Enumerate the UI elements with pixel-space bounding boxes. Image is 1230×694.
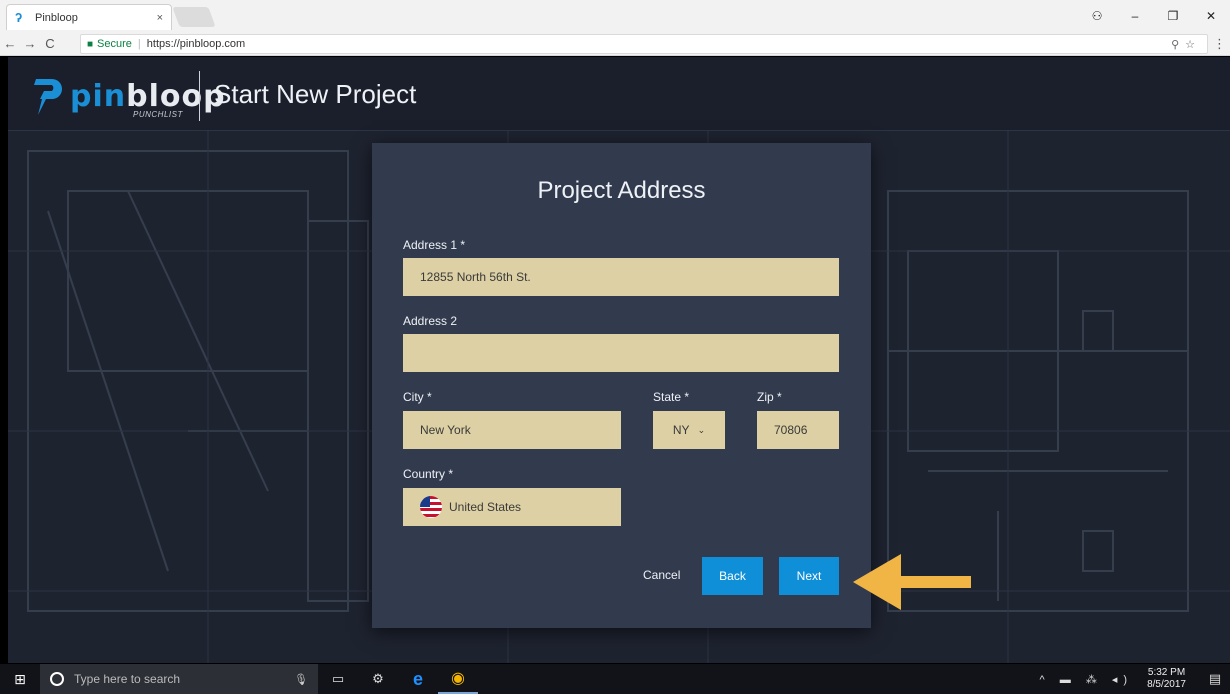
state-select[interactable]: NY ⌄: [653, 411, 725, 449]
zip-label: Zip *: [757, 390, 782, 404]
secure-label: Secure: [97, 38, 132, 50]
address2-label: Address 2: [403, 314, 458, 328]
taskbar-search-box[interactable]: Type here to search 🎙: [40, 664, 318, 694]
task-view-icon[interactable]: ▭: [318, 664, 358, 694]
tab-title: Pinbloop: [35, 11, 78, 24]
tab-close-icon[interactable]: ×: [157, 12, 163, 24]
modal-title: Project Address: [537, 177, 706, 204]
microphone-icon[interactable]: 🎙: [294, 673, 308, 686]
search-placeholder: Type here to search: [74, 672, 181, 686]
state-value: NY: [672, 423, 690, 437]
us-flag-icon: [420, 496, 442, 518]
city-input[interactable]: New York: [403, 411, 621, 449]
logo-wordmark: pinbloop: [70, 79, 226, 114]
browser-tab[interactable]: ʔ Pinbloop ×: [6, 4, 172, 30]
project-address-modal: Project Address Address 1 * 12855 North …: [372, 143, 871, 628]
city-label: City *: [403, 390, 432, 404]
chrome-icon[interactable]: ◉: [438, 664, 478, 694]
back-arrow-icon[interactable]: ←: [0, 36, 20, 51]
reload-icon[interactable]: C: [40, 36, 60, 51]
country-label: Country *: [403, 467, 454, 481]
pinbloop-logo-icon: [34, 79, 62, 115]
state-label: State *: [653, 390, 690, 404]
notification-icon[interactable]: ▤: [1200, 671, 1230, 687]
address2-input[interactable]: [403, 334, 839, 372]
clock-date: 8/5/2017: [1147, 679, 1186, 690]
app-viewport: pinbloop PUNCHLIST Start New Project Pro…: [8, 57, 1230, 663]
forward-arrow-icon[interactable]: →: [20, 36, 40, 51]
zoom-bookmark-icons[interactable]: ⚲☆: [1171, 38, 1201, 51]
url-text[interactable]: https://pinbloop.com: [147, 38, 1171, 50]
zip-input[interactable]: 70806: [757, 411, 839, 449]
taskbar-clock[interactable]: 5:32 PM 8/5/2017: [1147, 667, 1186, 691]
tray-icons[interactable]: ^ ▬ ⁂ ◂): [1040, 673, 1134, 686]
windows-start-icon[interactable]: ⊞: [0, 671, 40, 688]
app-header: pinbloop PUNCHLIST Start New Project: [8, 57, 1230, 131]
app-icon-1[interactable]: ⚙: [358, 664, 398, 694]
windows-taskbar: ⊞ Type here to search 🎙 ▭ ⚙ e ◉ ^ ▬ ⁂ ◂)…: [0, 664, 1230, 694]
lock-icon: ■: [87, 38, 94, 50]
cortana-icon: [50, 672, 64, 686]
clock-time: 5:32 PM: [1147, 667, 1186, 678]
account-icon[interactable]: ⚇: [1078, 9, 1116, 23]
chevron-down-icon: ⌄: [697, 424, 706, 435]
edge-icon[interactable]: e: [398, 664, 438, 694]
system-tray: ^ ▬ ⁂ ◂) 5:32 PM 8/5/2017 ▤: [1040, 667, 1230, 691]
page-title: Start New Project: [214, 79, 417, 109]
pinbloop-favicon-icon: ʔ: [15, 9, 23, 25]
logo-subtitle: PUNCHLIST: [133, 110, 183, 119]
cancel-button[interactable]: Cancel: [643, 568, 680, 582]
window-controls: ⚇ – ❐ ✕: [1078, 0, 1230, 32]
address1-label: Address 1 *: [403, 238, 466, 252]
new-tab-button[interactable]: [172, 7, 216, 27]
minimize-button[interactable]: –: [1116, 9, 1154, 23]
address-bar-row: ← → C ■ Secure | https://pinbloop.com ⚲☆…: [0, 32, 1230, 56]
browser-menu-icon[interactable]: ⋮: [1213, 36, 1226, 52]
country-value: United States: [449, 500, 522, 514]
url-bar[interactable]: ■ Secure | https://pinbloop.com ⚲☆: [80, 34, 1208, 54]
back-button[interactable]: Back: [702, 557, 763, 595]
close-button[interactable]: ✕: [1192, 9, 1230, 23]
address1-input[interactable]: 12855 North 56th St.: [403, 258, 839, 296]
country-select[interactable]: United States: [403, 488, 621, 526]
next-button[interactable]: Next: [779, 557, 839, 595]
header-divider: [199, 71, 200, 121]
maximize-button[interactable]: ❐: [1154, 9, 1192, 23]
browser-titlebar: ʔ Pinbloop × ⚇ – ❐ ✕: [0, 0, 1230, 32]
callout-arrow-icon: [853, 554, 971, 610]
url-separator: |: [137, 38, 141, 50]
